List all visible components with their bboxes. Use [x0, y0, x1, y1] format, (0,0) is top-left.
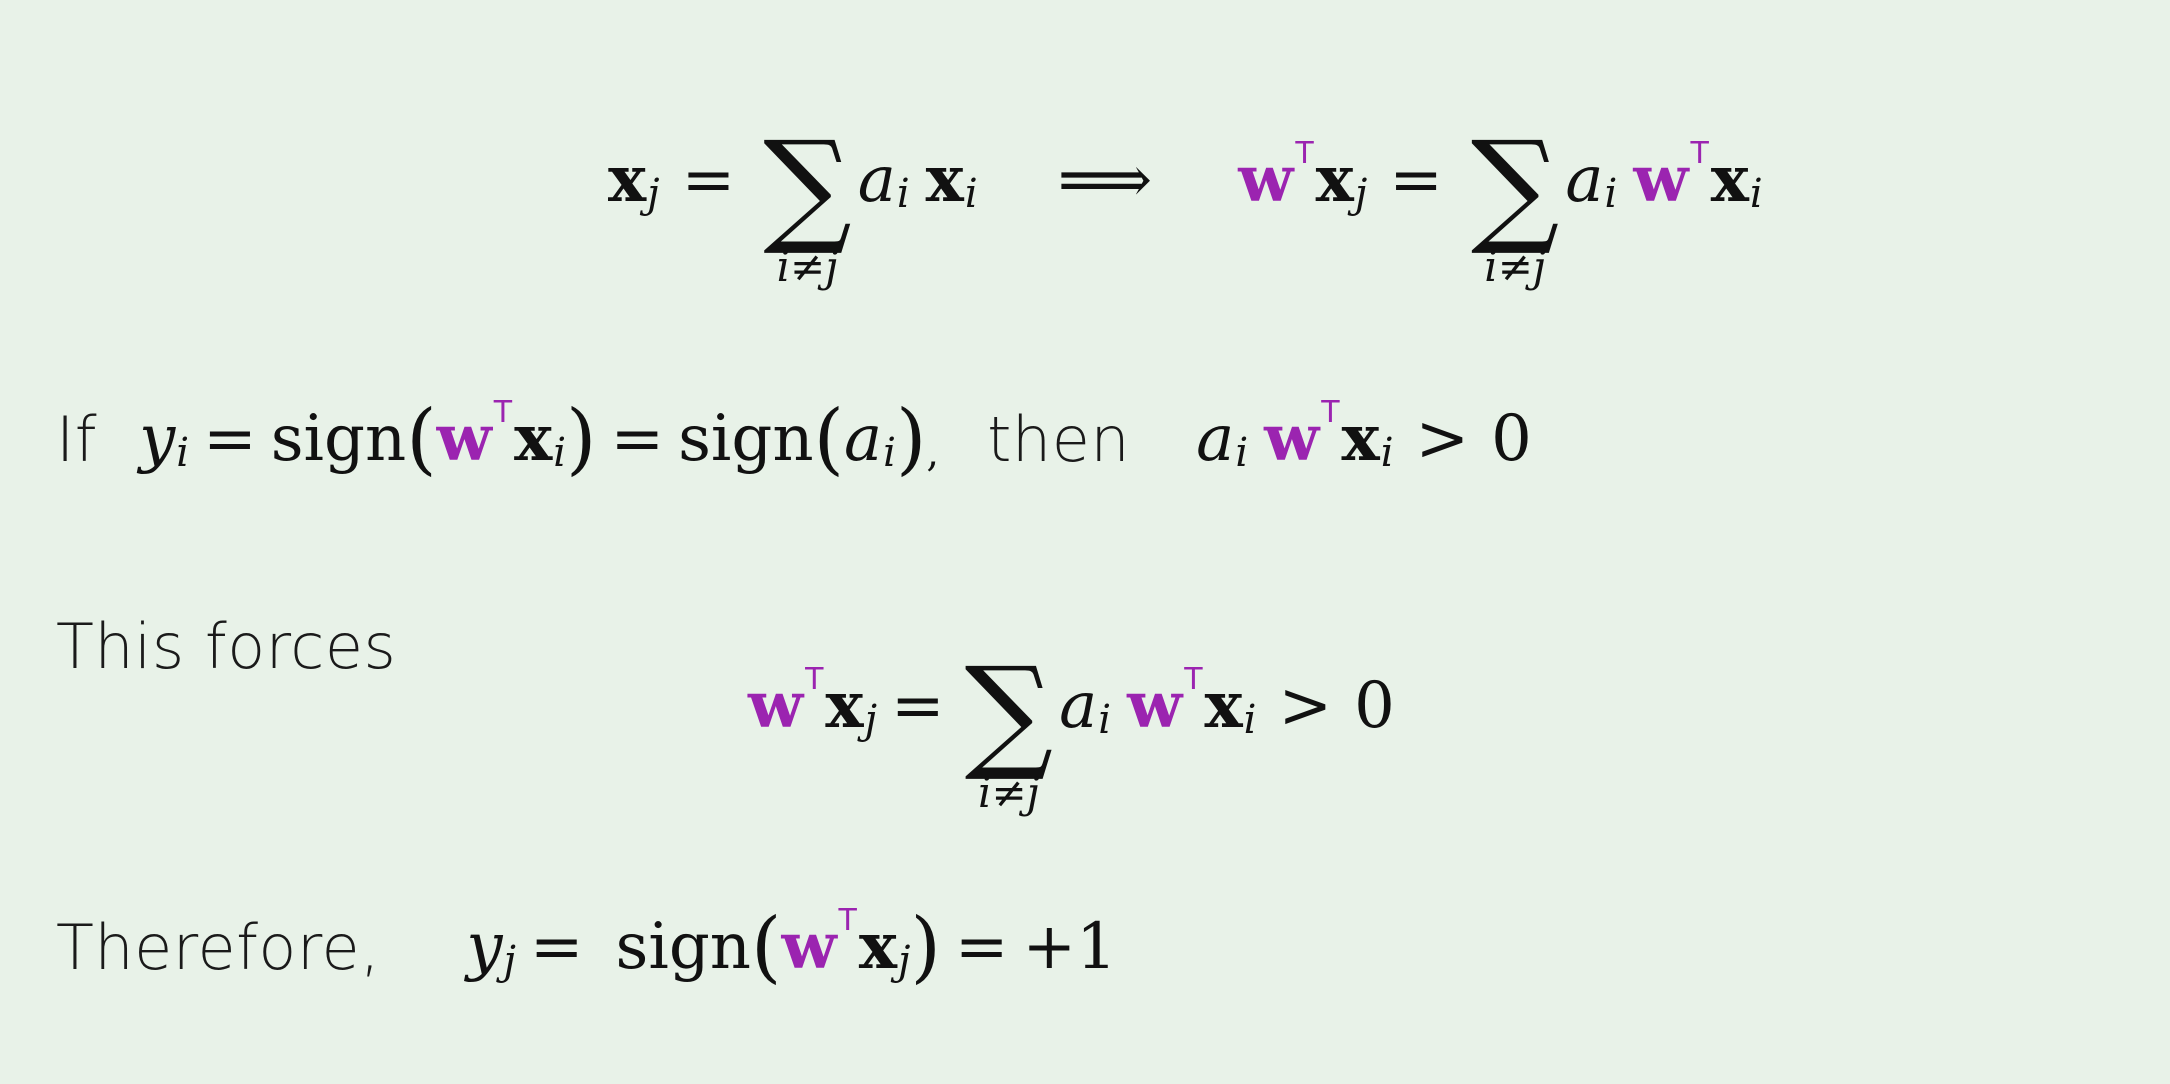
vector-w: w [781, 909, 837, 984]
this-forces-label: This forces [56, 610, 397, 683]
summation: ∑ i≠j [964, 641, 1054, 817]
coefficient-a: a [844, 402, 883, 476]
subscript-i: i [883, 430, 896, 476]
subscript-i: i [1098, 696, 1112, 743]
subscript-i: i [1604, 170, 1618, 217]
condition-statement: If yi = sign(w Tx i) = sign(a i), then ai w… [56, 394, 1532, 484]
transpose-mark: T [1184, 661, 1203, 697]
vector-w: w [748, 667, 804, 743]
sign-function: sign [678, 402, 814, 476]
summation-sign: ∑ [763, 115, 852, 259]
zero: 0 [1354, 668, 1395, 743]
subscript-i: i [1235, 430, 1249, 476]
subscript-j: j [503, 938, 516, 984]
summation-index: i≠j [1484, 241, 1546, 291]
therefore-label: Therefore, [56, 910, 381, 984]
equals-sign: = [1389, 142, 1443, 217]
transpose-mark: T [838, 903, 857, 938]
zero: 0 [1491, 402, 1532, 476]
inequality-expression: ai wTxi > 0 [1196, 398, 1532, 476]
transpose-mark: T [1295, 135, 1314, 171]
subscript-i: i [1380, 430, 1394, 476]
vector-w: w [1238, 141, 1294, 217]
comma: , [926, 430, 940, 476]
vector-x: x [1315, 141, 1354, 217]
greater-than-sign: > [1278, 668, 1333, 743]
vector-x: x [1204, 667, 1243, 743]
summation-index: i≠j [978, 767, 1040, 817]
summation: ∑ i≠j [1470, 115, 1560, 291]
subscript-i: i [1243, 696, 1257, 743]
summation: ∑ i≠j [763, 115, 852, 291]
coefficient-a: a [1565, 142, 1604, 217]
greater-than-sign: > [1415, 402, 1470, 476]
subscript-j: j [898, 938, 911, 984]
result-value: +1 [1022, 910, 1117, 984]
conclusion-equation: yj = sign(w Tx j) = +1 [466, 902, 1117, 992]
transpose-mark: T [805, 661, 824, 697]
vector-w: w [1127, 667, 1183, 743]
transpose-mark: T [1321, 395, 1340, 430]
condition-equation: yi = sign(w Tx i) = sign(a i), [139, 394, 940, 484]
subscript-j: j [647, 170, 660, 217]
forced-inequality: wTxj = ∑ i≠j ai wTxi > 0 [748, 628, 1395, 813]
vector-w: w [1264, 401, 1320, 476]
equals-sign: = [890, 668, 945, 743]
if-label: If [56, 402, 98, 476]
vector-x: x [925, 141, 964, 217]
conclusion-statement: Therefore, yj = sign(w Tx j) = +1 [56, 902, 1117, 992]
subscript-i: i [964, 170, 978, 217]
summation-sign: ∑ [964, 641, 1054, 785]
transpose-mark: T [1690, 135, 1709, 171]
vector-x: x [1341, 401, 1380, 476]
equals-sign: = [529, 910, 584, 984]
equals-sign: = [681, 142, 736, 217]
vector-w: w [1633, 141, 1689, 217]
summation-sign: ∑ [1470, 115, 1560, 259]
equals-sign: = [203, 402, 257, 476]
vector-x: x [1710, 141, 1749, 217]
coefficient-a: a [857, 142, 896, 217]
vector-x: x [858, 909, 898, 984]
subscript-i: i [176, 430, 190, 476]
vector-x: x [514, 401, 553, 476]
then-label: then [987, 402, 1131, 476]
vector-x: x [825, 667, 864, 743]
variable-y: y [466, 910, 503, 984]
vector-x: x [608, 141, 647, 217]
implies-arrow: ⟹ [1057, 140, 1153, 218]
subscript-i: i [553, 430, 567, 476]
subscript-j: j [1354, 170, 1368, 217]
variable-y: y [139, 402, 176, 476]
equation-linear-combination: xj = ∑ i≠j ai xi ⟹ wT xj = ∑ i≠j ai wT x… [608, 102, 1763, 287]
subscript-i: i [896, 170, 910, 217]
equals-sign: = [610, 402, 665, 476]
subscript-j: j [864, 696, 877, 743]
transpose-mark: T [493, 395, 513, 430]
sign-function: sign [615, 910, 752, 984]
coefficient-a: a [1196, 402, 1235, 476]
sign-function: sign [270, 402, 407, 476]
summation-index: i≠j [776, 241, 839, 291]
vector-w: w [436, 401, 492, 476]
equals-sign: = [954, 910, 1009, 984]
forces-label-row: This forces [56, 610, 396, 683]
subscript-i: i [1749, 170, 1763, 217]
coefficient-a: a [1059, 668, 1098, 743]
